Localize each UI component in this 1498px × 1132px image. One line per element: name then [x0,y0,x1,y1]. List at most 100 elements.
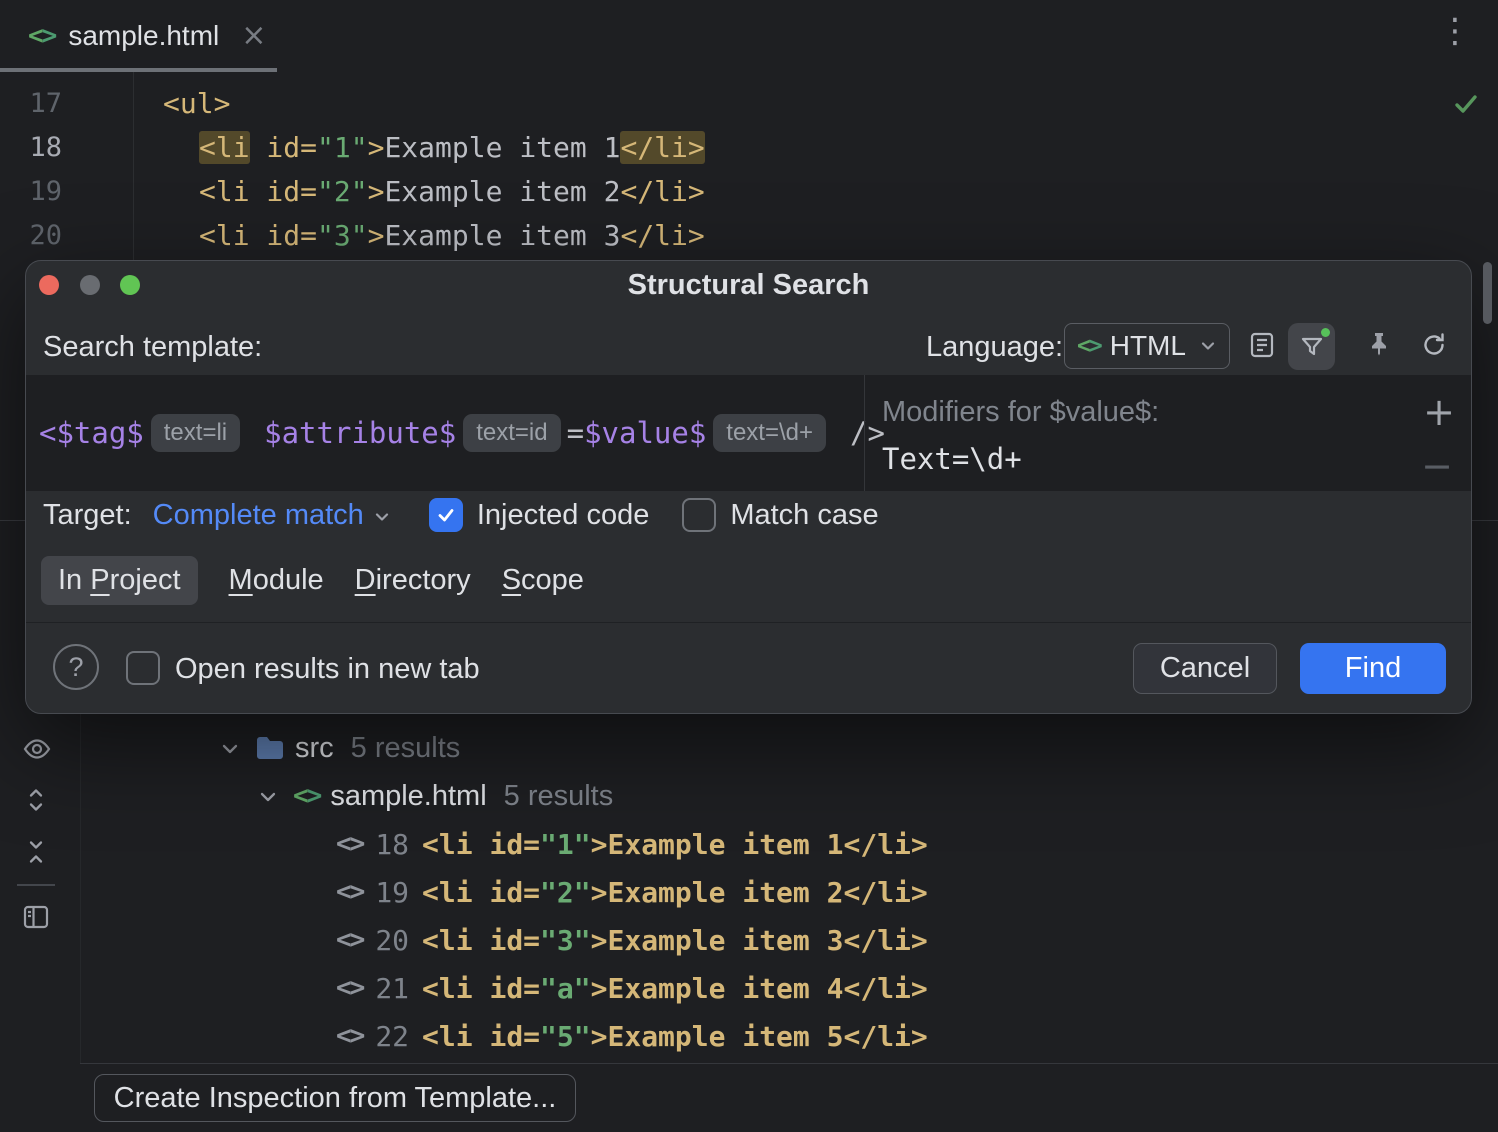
value-filter-hint[interactable]: text=\d+ [713,414,826,452]
filter-icon [1299,334,1325,360]
code-line: <li id="3">Example item 3</li> [199,219,705,252]
editor-line[interactable]: 20 <li id="3">Example item 3</li> [0,213,1498,257]
editor-line[interactable]: 17 <ul> [0,81,1498,125]
result-row[interactable]: <> 18 <li id="1">Example item 1</li> [336,822,928,866]
scrollbar-thumb[interactable] [1483,262,1492,324]
mnemonic: M [229,564,253,596]
result-row[interactable]: <> 20 <li id="3">Example item 3</li> [336,918,928,962]
modifiers-value: Text=\d+ [882,442,1159,476]
code-string: "5" [540,1020,591,1053]
structural-search-dialog: Structural Search Search template: Langu… [25,260,1472,714]
injected-code-checkbox[interactable] [429,498,463,532]
result-count: 5 results [504,780,614,813]
code-text: Example item 2 [384,175,620,208]
code-tag: </li> [620,219,704,252]
existing-templates-icon[interactable] [1248,331,1276,359]
html-file-icon: <> [1077,333,1101,359]
code-tag: <li id= [422,924,540,957]
target-value-dropdown[interactable]: Complete match [153,499,364,532]
folder-name: src [295,732,334,765]
file-name: sample.html [330,780,486,813]
cancel-button[interactable]: Cancel [1133,643,1277,694]
help-button[interactable]: ? [53,644,99,690]
template-expression[interactable]: <$tag$ text=li $attribute$ text=id = $va… [39,375,885,491]
search-template-label: Search template: [43,331,262,364]
code-tag: <li id= [422,1020,540,1053]
add-modifier-button[interactable]: + [1423,393,1455,431]
chevron-down-icon [372,507,392,527]
scope-tab-in-project[interactable]: In Project [41,556,198,605]
filter-active-dot [1321,328,1330,337]
preview-eye-icon[interactable] [22,734,52,764]
find-button[interactable]: Find [1300,643,1446,694]
scope-tab-scope[interactable]: Scope [502,564,584,597]
code-editor[interactable]: 17 <ul> 18 <li id="1">Example item 1</li… [0,81,1498,257]
dialog-title: Structural Search [26,269,1471,302]
open-results-label[interactable]: Open results in new tab [175,653,480,686]
tree-row-src[interactable]: src 5 results [219,726,460,770]
result-row[interactable]: <> 21 <li id="a">Example item 4</li> [336,966,928,1010]
toolstrip-divider [80,714,81,1063]
line-number: 20 [0,220,62,251]
target-row: Target: Complete match Injected code Mat… [43,493,879,537]
html-file-icon: <> [28,21,55,51]
attribute-filter-hint[interactable]: text=id [463,414,560,452]
code-tag: >Example item 1</li> [591,828,928,861]
result-row[interactable]: <> 22 <li id="5">Example item 5</li> [336,1014,928,1058]
injected-code-label[interactable]: Injected code [477,499,650,532]
language-value: HTML [1110,330,1186,362]
scope-tab-module[interactable]: Module [229,564,324,597]
open-results-checkbox[interactable] [126,651,160,685]
close-tab-icon[interactable]: × [241,21,266,51]
match-case-checkbox[interactable] [682,498,716,532]
tag-icon: <> [336,877,363,907]
modifiers-panel: Modifiers for $value$: Text=\d+ [882,396,1159,476]
code-tag: <li id= [422,876,540,909]
expand-all-icon[interactable] [22,786,50,814]
collapse-all-icon[interactable] [22,838,50,866]
tab-label: odule [253,564,324,596]
mnemonic: S [502,564,521,596]
result-row[interactable]: <> 19 <li id="2">Example item 2</li> [336,870,928,914]
chevron-down-icon [1199,337,1217,355]
code-attr: id= [250,219,317,252]
preview-panel-icon[interactable] [22,903,50,931]
result-code: <li id="3">Example item 3</li> [422,924,928,957]
bottom-divider [80,1063,1498,1064]
value-variable: $value$ [584,416,706,450]
filter-toggle-button[interactable] [1288,323,1335,370]
code-tag: >Example item 4</li> [591,972,928,1005]
chevron-down-icon[interactable] [257,786,279,808]
remove-modifier-button[interactable]: − [1421,447,1453,485]
tab-sample-html[interactable]: <> sample.html × [0,0,288,72]
editor-line[interactable]: 18 <li id="1">Example item 1</li> [0,125,1498,169]
line-number: 19 [0,176,62,207]
code-attr: id= [250,175,317,208]
reset-icon[interactable] [1420,331,1448,359]
tag-filter-hint[interactable]: text=li [151,414,240,452]
editor-line[interactable]: 19 <li id="2">Example item 2</li> [0,169,1498,213]
language-dropdown[interactable]: <> HTML [1064,323,1230,369]
create-inspection-button[interactable]: Create Inspection from Template... [94,1074,576,1122]
result-line-number: 19 [375,876,409,909]
code-line: <li id="1">Example item 1</li> [199,131,705,164]
tree-row-file[interactable]: <> sample.html 5 results [257,774,613,818]
equals-token: = [567,416,584,450]
template-editor[interactable]: <$tag$ text=li $attribute$ text=id = $va… [26,375,1471,491]
match-case-label[interactable]: Match case [730,499,878,532]
code-string: "a" [540,972,591,1005]
code-string: "3" [317,219,368,252]
code-tag: > [368,219,385,252]
code-string: "3" [540,924,591,957]
code-tag: <ul> [163,87,230,120]
scope-tab-directory[interactable]: Directory [355,564,471,597]
pin-icon[interactable] [1366,331,1392,357]
target-label: Target: [43,499,132,532]
scope-tabs: In Project Module Directory Scope [41,556,584,605]
modifiers-divider [864,375,865,491]
inspections-ok-icon[interactable] [1450,88,1482,120]
more-options-icon[interactable]: ⋮ [1438,14,1472,48]
chevron-down-icon[interactable] [219,738,241,760]
toolstrip-separator [17,884,55,886]
tag-icon: <> [336,973,363,1003]
